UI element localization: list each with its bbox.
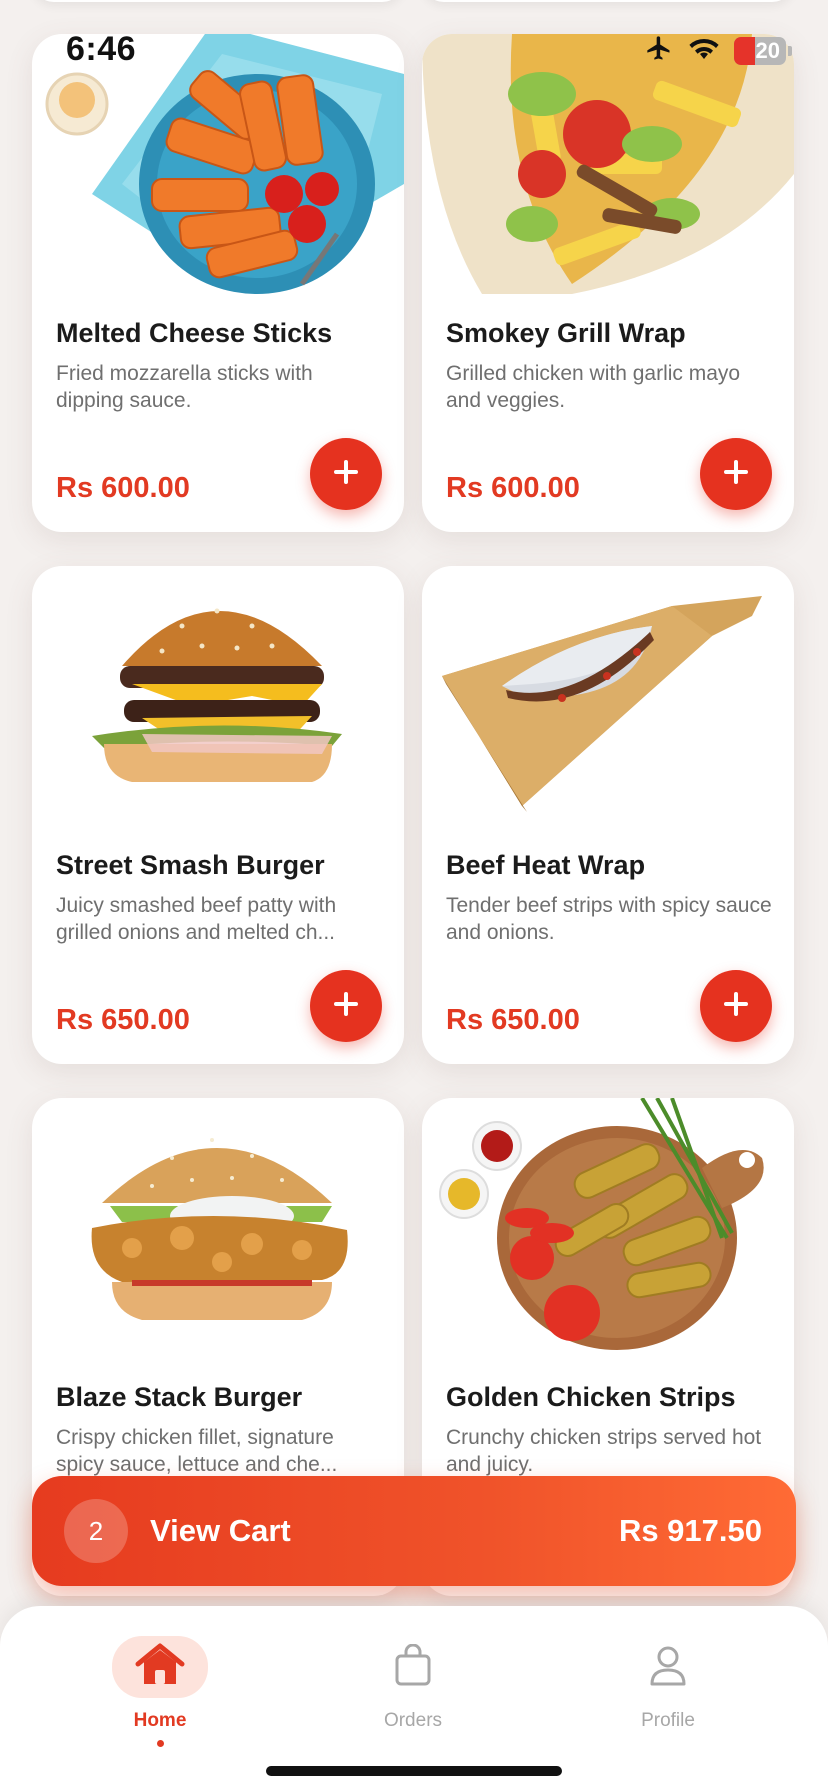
home-icon bbox=[134, 1642, 186, 1693]
menu-screen: 6:46 20 Melted Cheese Sticks Fried mozza… bbox=[0, 0, 828, 1792]
battery-icon: 20 bbox=[734, 36, 786, 65]
plus-icon bbox=[333, 459, 359, 490]
bottom-tab-bar: Home Orders Profile bbox=[0, 1606, 828, 1792]
item-description-line: Juicy smashed beef patty with bbox=[56, 894, 337, 917]
tab-label: Home bbox=[133, 1710, 187, 1731]
plus-icon bbox=[723, 991, 749, 1022]
view-cart-button[interactable]: 2 View Cart Rs 917.50 bbox=[32, 1476, 796, 1586]
home-indicator bbox=[266, 1766, 562, 1776]
item-price: Rs 600.00 bbox=[446, 472, 580, 504]
cart-count-badge: 2 bbox=[64, 1499, 128, 1563]
smash-burger-image bbox=[32, 566, 404, 826]
user-icon bbox=[648, 1644, 688, 1691]
battery-tip bbox=[788, 45, 792, 56]
airplane-icon bbox=[644, 34, 674, 67]
bag-icon bbox=[393, 1643, 433, 1691]
plus-icon bbox=[333, 991, 359, 1022]
active-indicator-dot bbox=[156, 1740, 164, 1747]
add-to-cart-button[interactable] bbox=[700, 438, 772, 510]
item-description: Juicy smashed beef patty with grilled on… bbox=[56, 892, 384, 946]
status-icons: 20 bbox=[644, 34, 792, 67]
status-time: 6:46 bbox=[66, 30, 137, 68]
item-description: Tender beef strips with spicy sauce and … bbox=[446, 894, 772, 944]
menu-card[interactable]: Street Smash Burger Juicy smashed beef p… bbox=[32, 566, 404, 1064]
item-name: Beef Heat Wrap bbox=[446, 850, 646, 880]
user-icon-wrap bbox=[620, 1636, 716, 1698]
tab-orders[interactable]: Orders bbox=[313, 1636, 513, 1766]
chicken-burger-image bbox=[32, 1098, 404, 1358]
item-name: Blaze Stack Burger bbox=[56, 1382, 303, 1412]
menu-card[interactable]: Smokey Grill Wrap Grilled chicken with g… bbox=[422, 34, 794, 532]
item-price: Rs 600.00 bbox=[56, 472, 190, 504]
item-description-line: spicy sauce, lettuce and che... bbox=[56, 1453, 338, 1476]
cart-total: Rs 917.50 bbox=[618, 1513, 762, 1548]
bag-icon-wrap bbox=[365, 1636, 461, 1698]
beef-wrap-image bbox=[422, 566, 794, 826]
battery-level: 20 bbox=[755, 37, 780, 63]
item-name: Street Smash Burger bbox=[56, 850, 325, 880]
item-name: Golden Chicken Strips bbox=[446, 1382, 736, 1412]
item-description-line: grilled onions and melted ch... bbox=[56, 921, 335, 944]
tab-profile[interactable]: Profile bbox=[568, 1636, 768, 1766]
add-to-cart-button[interactable] bbox=[700, 970, 772, 1042]
menu-card[interactable]: Beef Heat Wrap Tender beef strips with s… bbox=[422, 566, 794, 1064]
item-description: Fried mozzarella sticks with dipping sau… bbox=[56, 362, 313, 412]
status-bar: 6:46 20 bbox=[0, 0, 828, 100]
tab-label: Profile bbox=[641, 1710, 695, 1731]
chicken-strips-image bbox=[422, 1098, 794, 1358]
add-to-cart-button[interactable] bbox=[310, 438, 382, 510]
wifi-icon bbox=[688, 35, 720, 66]
tab-home[interactable]: Home bbox=[60, 1636, 260, 1766]
item-description-line: Crispy chicken fillet, signature bbox=[56, 1426, 334, 1449]
plus-icon bbox=[723, 459, 749, 490]
item-name: Melted Cheese Sticks bbox=[56, 318, 333, 348]
tab-label: Orders bbox=[383, 1710, 443, 1731]
item-description: Crispy chicken fillet, signature spicy s… bbox=[56, 1424, 384, 1478]
item-price: Rs 650.00 bbox=[56, 1004, 190, 1036]
item-description: Crunchy chicken strips served hot and ju… bbox=[446, 1426, 762, 1476]
item-name: Smokey Grill Wrap bbox=[446, 318, 686, 348]
item-description: Grilled chicken with garlic mayo and veg… bbox=[446, 362, 741, 412]
add-to-cart-button[interactable] bbox=[310, 970, 382, 1042]
item-price: Rs 650.00 bbox=[446, 1004, 580, 1036]
menu-card[interactable]: Melted Cheese Sticks Fried mozzarella st… bbox=[32, 34, 404, 532]
view-cart-label: View Cart bbox=[150, 1513, 291, 1548]
home-icon-wrap bbox=[112, 1636, 208, 1698]
